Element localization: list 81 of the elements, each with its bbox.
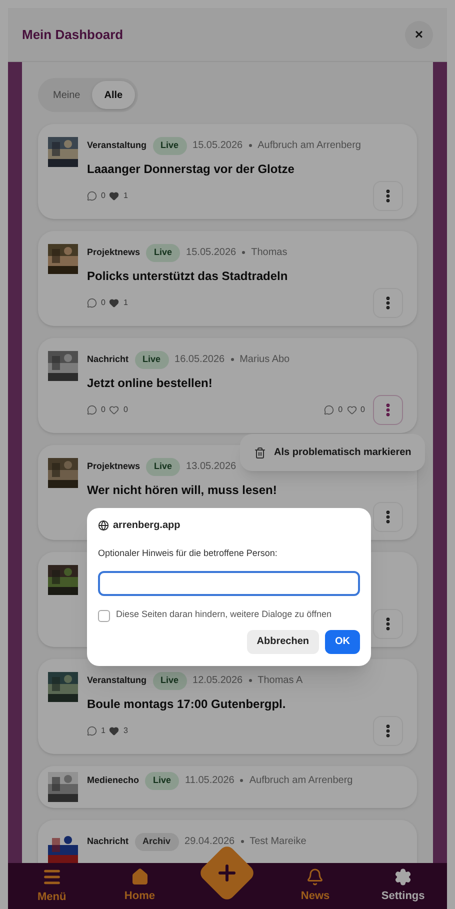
status-badge: Live [145, 772, 180, 790]
like-count: 1 [123, 297, 128, 309]
filter-tab[interactable]: Alle [92, 81, 135, 109]
post-date: 16.05.2026 [174, 353, 225, 368]
ok-button[interactable]: OK [325, 630, 360, 654]
status-badge: Archiv [134, 833, 179, 850]
post-title: Boule montags 17:00 Gutenbergpl. [87, 696, 287, 712]
bullet-icon [240, 779, 244, 782]
post-author: Test Mareike [250, 835, 306, 850]
post-card[interactable]: Nachricht Live 16.05.2026 Marius Abo Jetzt online bestellen! 0 0 0 0 [38, 338, 417, 433]
post-card[interactable]: Veranstaltung Live 12.05.2026 Thomas A Boule montags 17:00 Gutenbergpl. 1 3 [38, 659, 417, 754]
input-field[interactable] [98, 570, 360, 596]
status-badge: Live [134, 351, 169, 368]
post-category: Projektnews [87, 460, 140, 473]
dialog-origin: arrenberg.app [113, 519, 180, 533]
post-card[interactable]: Medienecho Live 11.05.2026 Aufbruch am Arrenberg [38, 766, 417, 808]
nav-tab[interactable]: Settings [373, 868, 434, 904]
globe-icon [98, 520, 109, 531]
post-date: 12.05.2026 [192, 674, 243, 688]
post-category: Veranstaltung [87, 674, 147, 687]
bullet-icon [230, 358, 234, 362]
post-date: 15.05.2026 [192, 139, 243, 154]
status-badge: Live [146, 458, 180, 476]
post-date: 15.05.2026 [186, 246, 236, 260]
post-author: Aufbruch am Arrenberg [249, 774, 353, 788]
checkbox-label: Diese Seiten daran hindern, weitere Dialoge zu öffnen [116, 608, 332, 620]
settings-icon [394, 868, 412, 886]
post-category: Nachricht [87, 353, 129, 366]
comment-icon [87, 726, 97, 736]
post-date: 29.04.2026 [184, 835, 235, 850]
dialog-message: Optionaler Hinweis für die betroffene Person: [98, 547, 278, 560]
post-author: Aufbruch am Arrenberg [258, 139, 361, 154]
post-author: Marius Abo [240, 353, 290, 368]
status-badge: Live [146, 244, 180, 262]
comment-count: 0 [338, 404, 343, 416]
post-title: Jetzt online bestellen! [87, 374, 214, 392]
nav-tab[interactable]: News [285, 868, 346, 904]
status-badge: Live [152, 672, 187, 690]
comment-count: 1 [101, 725, 106, 737]
post-author: Thomas A [258, 674, 303, 688]
bullet-icon [248, 679, 252, 682]
comment-count: 0 [101, 404, 106, 416]
checkbox[interactable] [98, 610, 110, 622]
post-card[interactable]: Veranstaltung Live 15.05.2026 Aufbruch am Arrenberg Laaanger Donnerstag vor der Glotze 0 1 [38, 124, 417, 219]
post-card[interactable]: Projektnews Live 15.05.2026 Thomas Policks unterstützt das Stadtradeln 0 1 [38, 231, 417, 326]
bullet-icon [248, 144, 252, 148]
post-author: Thomas [251, 246, 288, 260]
like-count: 3 [123, 725, 128, 737]
comment-count: 0 [101, 190, 106, 202]
trash-icon [254, 446, 266, 458]
post-category: Projektnews [87, 246, 140, 259]
like-count: 0 [123, 404, 128, 416]
post-category: Medienecho [87, 774, 140, 787]
post-date: 13.05.2026 [186, 460, 236, 474]
bullet-icon [240, 840, 244, 844]
status-badge: Live [152, 137, 187, 154]
home-icon [130, 868, 149, 886]
bullet-icon [242, 251, 246, 254]
close-button[interactable]: × [405, 20, 433, 48]
post-category: Nachricht [87, 835, 129, 848]
like-count: 1 [123, 190, 128, 202]
comment-icon [87, 191, 97, 201]
comment-icon [87, 405, 97, 415]
post-date: 11.05.2026 [185, 774, 234, 788]
nav-tab[interactable]: Home [110, 868, 170, 904]
post-title: Policks unterstützt das Stadtradeln [87, 268, 288, 284]
comment-count: 0 [101, 297, 106, 309]
heart-icon [346, 405, 357, 415]
like-count: 0 [360, 404, 365, 416]
comment-icon [324, 405, 334, 415]
post-card[interactable]: Nachricht Archiv 29.04.2026 Test Mareike [38, 820, 417, 863]
window-title: Mein Dashboard [22, 26, 124, 44]
post-title: Wer nicht hören will, muss lesen! [87, 482, 277, 498]
menu-item[interactable]: Als problematisch markieren [274, 445, 412, 460]
comment-icon [87, 298, 97, 308]
post-title: Laaanger Donnerstag vor der Glotze [87, 160, 296, 178]
more-button[interactable] [373, 395, 403, 425]
bell-icon [306, 868, 324, 886]
nav-tab[interactable]: Menü [22, 866, 82, 906]
post-category: Veranstaltung [87, 139, 147, 152]
cancel-button[interactable]: Abbrechen [246, 630, 319, 654]
